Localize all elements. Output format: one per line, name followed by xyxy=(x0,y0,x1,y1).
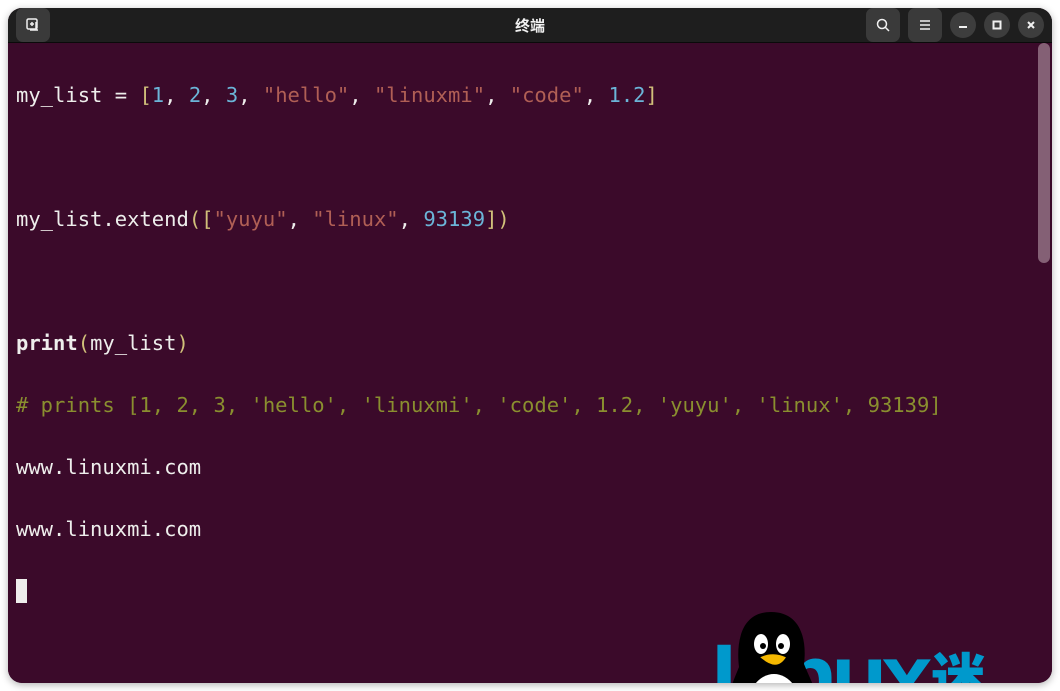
terminal-area[interactable]: my_list = [1, 2, 3, "hello", "linuxmi", … xyxy=(8,43,1052,683)
titlebar: 终端 xyxy=(8,8,1052,43)
scrollbar-thumb[interactable] xyxy=(1038,43,1050,263)
scrollbar[interactable] xyxy=(1038,43,1050,683)
code-line: # prints [1, 2, 3, 'hello', 'linuxmi', '… xyxy=(16,390,1044,421)
terminal-content[interactable]: my_list = [1, 2, 3, "hello", "linuxmi", … xyxy=(8,43,1052,683)
menu-button[interactable] xyxy=(908,8,942,42)
code-line xyxy=(16,576,1044,607)
text-cursor xyxy=(16,579,27,603)
code-line xyxy=(16,142,1044,173)
minimize-icon xyxy=(957,19,969,31)
watermark-brand: Linux迷 xyxy=(711,638,980,683)
hamburger-menu-icon xyxy=(917,17,933,33)
code-line: www.linuxmi.com xyxy=(16,452,1044,483)
code-line: print(my_list) xyxy=(16,328,1044,359)
window-title: 终端 xyxy=(515,15,545,36)
new-tab-button[interactable] xyxy=(16,8,50,42)
search-button[interactable] xyxy=(866,8,900,42)
terminal-window: 终端 my_list = [1, 2, 3, "hello", "linuxmi… xyxy=(8,8,1052,683)
maximize-icon xyxy=(991,19,1003,31)
search-icon xyxy=(875,17,891,33)
maximize-button[interactable] xyxy=(984,12,1010,38)
new-tab-icon xyxy=(25,17,41,33)
minimize-button[interactable] xyxy=(950,12,976,38)
code-line: my_list = [1, 2, 3, "hello", "linuxmi", … xyxy=(16,80,1044,111)
close-button[interactable] xyxy=(1018,12,1044,38)
code-line: www.linuxmi.com xyxy=(16,514,1044,545)
code-line: my_list.extend(["yuyu", "linux", 93139]) xyxy=(16,204,1044,235)
code-line xyxy=(16,266,1044,297)
close-icon xyxy=(1025,19,1037,31)
